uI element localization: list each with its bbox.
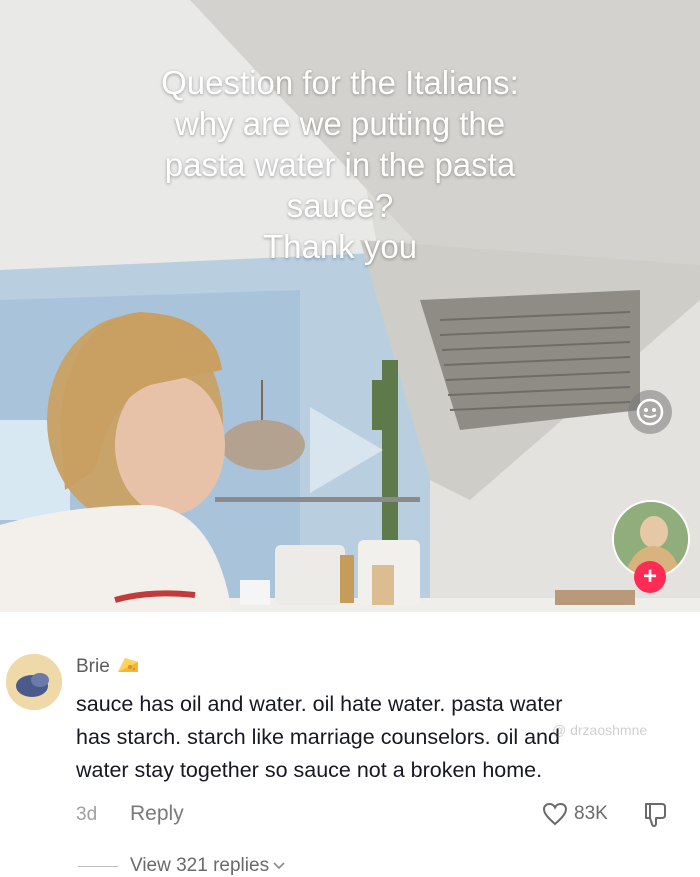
caption-line: sauce? (286, 187, 394, 224)
view-replies-button[interactable]: View 321 replies (78, 855, 285, 877)
video-player[interactable]: Question for the Italians: why are we pu… (0, 0, 700, 612)
like-button[interactable]: 83K (542, 802, 608, 826)
chevron-down-icon (273, 862, 285, 870)
caption-line: Thank you (262, 228, 418, 265)
avatar-photo (6, 654, 62, 710)
emoji-reaction-button[interactable] (628, 390, 672, 434)
comment-timestamp: 3d (76, 804, 98, 825)
comment-line: water stay together so sauce not a broke… (76, 758, 543, 782)
commenter-username[interactable]: Brie (76, 656, 139, 678)
reply-button[interactable]: Reply (130, 802, 184, 826)
divider (78, 865, 118, 867)
commenter-avatar[interactable] (6, 654, 62, 710)
caption-line: why are we putting the (174, 105, 506, 142)
heart-icon (542, 802, 568, 826)
comment-line: sauce has oil and water. oil hate water.… (76, 692, 563, 716)
view-replies-label: View 321 replies (130, 855, 270, 876)
watermark: @ drzaoshmne (552, 722, 648, 738)
cheese-icon (118, 658, 139, 672)
play-icon[interactable] (305, 405, 385, 495)
follow-button[interactable]: + (634, 561, 666, 593)
caption-line: Question for the Italians: (161, 64, 519, 101)
comment-item: Brie sauce has oil and water. oil hate w… (0, 612, 700, 877)
video-caption: Question for the Italians: why are we pu… (40, 62, 640, 267)
caption-line: pasta water in the pasta (164, 146, 516, 183)
username-text: Brie (76, 656, 110, 677)
dislike-icon[interactable] (642, 800, 670, 828)
smiley-icon (636, 398, 664, 426)
like-count: 83K (574, 803, 608, 824)
